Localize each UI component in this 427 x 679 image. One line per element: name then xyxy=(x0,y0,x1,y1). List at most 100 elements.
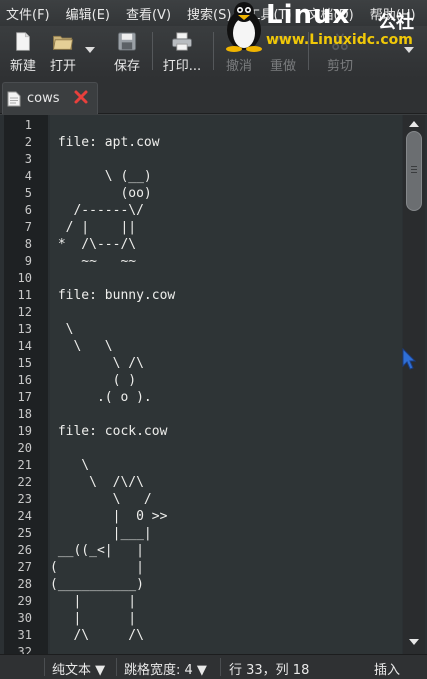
code-line: |___| xyxy=(50,526,152,541)
code-line: \ / xyxy=(50,492,152,507)
tab-width-selector[interactable]: 跳格宽度: 4 ▼ xyxy=(124,659,207,678)
code-line: __((_<| | xyxy=(50,543,144,558)
tux-penguin-icon xyxy=(226,2,262,52)
status-separator xyxy=(116,658,117,676)
recent-files-dropdown[interactable] xyxy=(82,26,98,74)
save-button-label: 保存 xyxy=(113,59,140,74)
menu-edit[interactable]: 编辑(E) xyxy=(66,4,110,23)
code-line: file: cock.cow xyxy=(50,424,168,439)
print-button[interactable]: 打印... xyxy=(157,26,207,74)
line-number: 17 xyxy=(17,390,32,404)
line-number: 10 xyxy=(17,271,32,285)
line-number: 9 xyxy=(24,254,32,268)
line-number: 30 xyxy=(17,611,32,625)
new-button-label: 新建 xyxy=(9,59,36,74)
cursor-position: 行 33，列 18 xyxy=(229,663,310,678)
line-number: 25 xyxy=(17,526,32,540)
code-line: ( ) xyxy=(50,373,137,388)
code-line: /\ /\ xyxy=(50,628,144,643)
line-number: 24 xyxy=(17,509,32,523)
text-editor[interactable]: 1 2 3 4 5 6 7 8 9 10 11 12 13 14 15 16 17 18 19 20 21 22 23 24 2… xyxy=(0,115,427,654)
open-button[interactable]: 打开 xyxy=(44,26,82,74)
code-line: file: bunny.cow xyxy=(50,288,176,303)
save-button[interactable]: 保存 xyxy=(108,26,146,74)
line-number: 4 xyxy=(24,169,32,183)
line-number: 5 xyxy=(24,186,32,200)
chevron-down-icon xyxy=(85,47,95,53)
code-line: ( | xyxy=(50,560,144,575)
code-line: | | xyxy=(50,611,137,626)
undo-button-label: 撤消 xyxy=(225,59,252,74)
code-line: | 0 >> xyxy=(50,509,168,524)
code-line: \ /\ xyxy=(50,356,144,371)
line-number: 18 xyxy=(17,407,32,421)
status-bar: 纯文本 ▼ 跳格宽度: 4 ▼ 行 33，列 18 插入 xyxy=(0,654,427,679)
status-separator xyxy=(220,658,221,676)
line-number: 28 xyxy=(17,577,32,591)
line-number: 13 xyxy=(17,322,32,336)
code-line: .( o ). xyxy=(50,390,152,405)
line-number: 20 xyxy=(17,441,32,455)
line-number: 22 xyxy=(17,475,32,489)
code-line: (__________) xyxy=(50,577,144,592)
menu-view[interactable]: 查看(V) xyxy=(126,4,171,23)
code-line: \ xyxy=(50,322,74,337)
line-number: 12 xyxy=(17,305,32,319)
code-line: / | || xyxy=(50,220,137,235)
code-line: \ \ xyxy=(50,339,113,354)
filetype-selector[interactable]: 纯文本 ▼ xyxy=(52,659,105,678)
code-line: (oo) xyxy=(50,186,152,201)
code-line: \ /\/\ xyxy=(50,475,144,490)
code-line: \ xyxy=(50,458,90,473)
code-line: /------\/ xyxy=(50,203,144,218)
save-icon xyxy=(117,32,137,51)
logo-chinese-text: 公社 xyxy=(378,12,414,33)
scroll-down-arrow-icon[interactable] xyxy=(409,637,419,647)
line-number: 31 xyxy=(17,628,32,642)
toolbar-separator xyxy=(152,32,153,70)
line-number: 26 xyxy=(17,543,32,557)
line-number: 14 xyxy=(17,339,32,353)
close-icon[interactable] xyxy=(73,89,89,105)
line-number: 21 xyxy=(17,458,32,472)
line-number: 19 xyxy=(17,424,32,438)
scroll-up-arrow-icon[interactable] xyxy=(409,119,419,129)
status-separator xyxy=(44,658,45,676)
code-line: \ (__) xyxy=(50,169,152,184)
open-button-label: 打开 xyxy=(49,59,76,74)
vertical-scrollbar[interactable] xyxy=(403,115,425,654)
line-number: 32 xyxy=(17,645,32,654)
line-number: 27 xyxy=(17,560,32,574)
line-number: 3 xyxy=(24,152,32,166)
line-number: 11 xyxy=(17,288,32,302)
line-number: 1 xyxy=(24,118,32,132)
line-number: 29 xyxy=(17,594,32,608)
new-document-icon xyxy=(16,32,30,51)
code-line: | | xyxy=(50,594,137,609)
code-line: * /\---/\ xyxy=(50,237,137,252)
code-line: file: apt.cow xyxy=(50,135,160,150)
line-number: 23 xyxy=(17,492,32,506)
mouse-pointer-icon xyxy=(402,348,416,370)
linuxidc-logo: Linux 公社 www.Linuxidc.com xyxy=(222,0,427,56)
logo-url: www.Linuxidc.com xyxy=(266,32,413,48)
folder-open-icon xyxy=(52,35,74,50)
line-number: 7 xyxy=(24,220,32,234)
scrollbar-thumb[interactable] xyxy=(406,131,422,211)
cut-button-label: 剪切 xyxy=(326,59,353,74)
code-area[interactable]: file: apt.cow \ (__) (oo) /------\/ / | … xyxy=(50,115,402,654)
print-button-label: 打印... xyxy=(162,59,202,74)
logo-text: Linux xyxy=(266,0,351,30)
redo-button-label: 重做 xyxy=(269,59,296,74)
tab-label: cows xyxy=(27,91,60,106)
menu-file[interactable]: 文件(F) xyxy=(6,4,50,23)
insert-mode-indicator: 插入 xyxy=(374,663,401,678)
line-number: 16 xyxy=(17,373,32,387)
tab-cows[interactable]: cows xyxy=(2,82,98,114)
line-number: 6 xyxy=(24,203,32,217)
line-number: 8 xyxy=(24,237,32,251)
line-number: 15 xyxy=(17,356,32,370)
toolbar-separator xyxy=(213,32,214,70)
new-button[interactable]: 新建 xyxy=(4,26,42,74)
line-number-gutter: 1 2 3 4 5 6 7 8 9 10 11 12 13 14 15 16 17 18 19 20 21 22 23 24 2… xyxy=(4,115,48,654)
